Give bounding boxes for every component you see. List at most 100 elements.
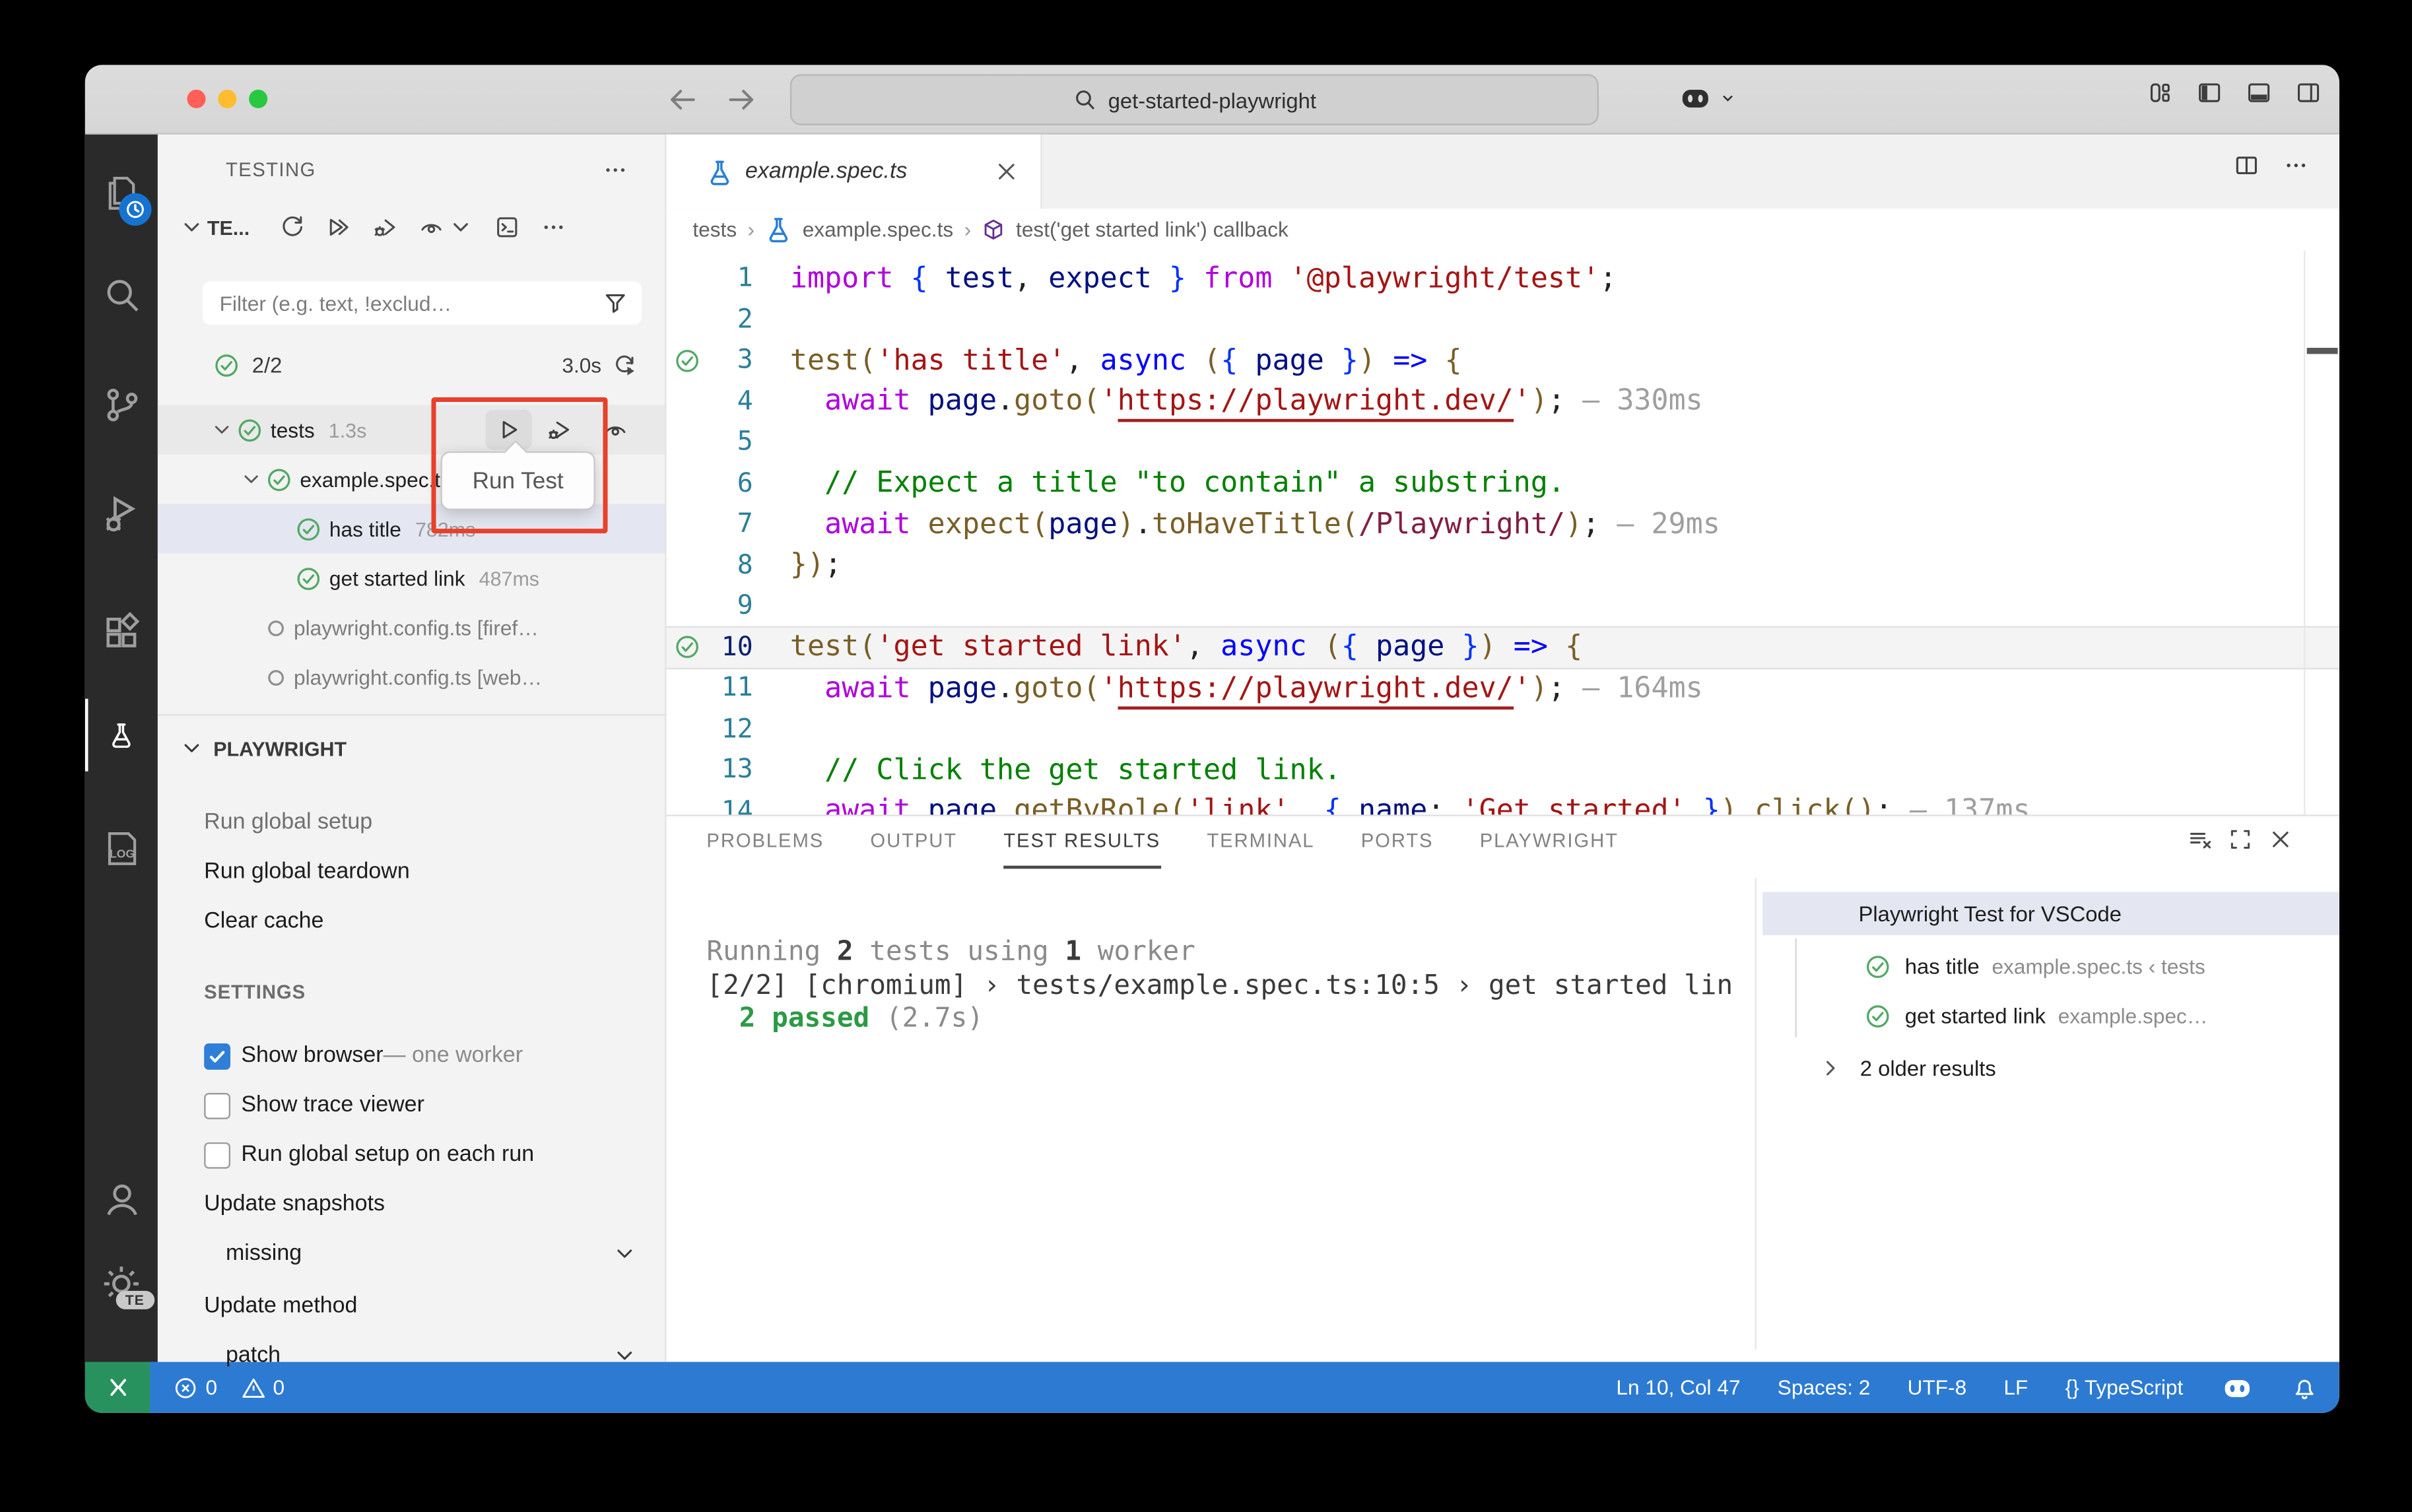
code-editor[interactable]: 1import { test, expect } from '@playwrig… [667,250,2339,814]
line-number: 12 [706,714,753,745]
show-output-icon[interactable] [496,215,520,240]
copilot-icon[interactable] [2221,1370,2255,1404]
results-provider-header[interactable]: Playwright Test for VSCode [1762,892,2339,936]
setting-show-browser[interactable]: Show browser— one worker [204,1035,523,1076]
panel-tab-playwright[interactable]: PLAYWRIGHT [1480,816,1619,869]
checkbox-unchecked[interactable] [204,1092,230,1119]
more-actions-icon[interactable] [542,215,566,240]
test-tree-row-playwright-config-ts-web-[interactable]: playwright.config.ts [web… [158,652,665,702]
chevron-down-icon[interactable] [240,467,263,491]
symbol-icon [982,218,1005,241]
customize-layout-icon[interactable] [2147,81,2172,105]
chevron-down-icon [1720,90,1737,107]
code-line-3: 3test('has title', async ({ page }) => { [667,340,2339,381]
debug-all-tests-icon[interactable] [374,215,398,240]
run-all-tests-icon[interactable] [327,215,351,240]
result-name: get started link [1905,1003,2046,1028]
sidebar-more-actions-icon[interactable] [603,158,627,182]
older-results-row[interactable]: 2 older results [1762,1045,2339,1091]
chevron-down-icon[interactable] [613,1343,637,1367]
activity-item-run-debug[interactable] [85,478,158,550]
test-tree-row-playwright-config-ts-firef-[interactable]: playwright.config.ts [firef… [158,603,665,652]
copilot-menu[interactable] [1677,81,1736,116]
link-playwright-dev[interactable]: https://playwright.dev/ [1118,672,1514,709]
playwright-action-run-global-teardown[interactable]: Run global teardown [204,850,410,894]
chevron-down-icon[interactable] [613,1241,637,1266]
gutter-pass-icon[interactable] [667,634,707,661]
notifications-bell-icon[interactable] [2291,1374,2318,1400]
test-label: example.spec.ts [300,468,450,491]
checkbox-checked[interactable] [204,1043,230,1069]
back-icon[interactable] [667,83,699,115]
warning-count: 0 [273,1376,285,1399]
status-encoding[interactable]: UTF-8 [1908,1376,1967,1399]
activity-item-source-control[interactable] [85,368,158,440]
activity-item-testing[interactable] [85,699,158,772]
breadcrumb-item[interactable]: example.spec.ts [803,218,953,241]
select-update-snapshots[interactable]: missing [226,1233,637,1274]
result-row-get-started-link[interactable]: get started linkexample.spec… [1762,993,2339,1039]
clear-output-icon[interactable] [2188,827,2212,851]
panel-tab-output[interactable]: OUTPUT [870,816,957,869]
chevron-right-icon [1819,1056,1843,1080]
activity-item-explorer[interactable] [85,156,158,229]
line-number: 1 [706,263,753,294]
tab-example-spec[interactable]: example.spec.ts [667,135,1042,209]
toggle-secondary-sidebar-icon[interactable] [2296,81,2320,105]
activity-item-extensions[interactable] [85,595,158,668]
close-traffic-light[interactable] [187,90,205,108]
checkbox-unchecked[interactable] [204,1142,230,1168]
status-indentation[interactable]: Spaces: 2 [1778,1376,1871,1399]
toggle-primary-sidebar-icon[interactable] [2197,81,2221,105]
activity-bar: LOG TE [85,135,158,1362]
split-editor-icon[interactable] [2234,153,2259,178]
link-playwright-dev[interactable]: https://playwright.dev/ [1118,385,1514,422]
remote-indicator[interactable] [85,1362,150,1413]
test-filter [203,281,642,325]
chevron-down-icon[interactable] [180,736,204,760]
activity-item-output-log[interactable]: LOG [85,812,158,884]
minimize-traffic-light[interactable] [218,90,236,108]
setting-run-global-setup-on-each-run[interactable]: Run global setup on each run [204,1134,534,1175]
setting-show-trace-viewer[interactable]: Show trace viewer [204,1085,424,1125]
search-value: get-started-playwright [1108,87,1316,112]
breadcrumb-item[interactable]: tests [692,218,737,241]
breadcrumb-item[interactable]: test('get started link') callback [1016,218,1289,241]
select-update-method[interactable]: patch [226,1336,637,1376]
problems-status[interactable]: 0 0 [173,1375,285,1399]
close-panel-icon[interactable] [2268,827,2293,851]
panel-tab-test-results[interactable]: TEST RESULTS [1003,816,1160,869]
panel-tab-problems[interactable]: PROBLEMS [706,816,824,869]
command-center-search[interactable]: get-started-playwright [790,74,1599,125]
filter-icon[interactable] [603,290,627,315]
gutter-pass-icon[interactable] [667,347,707,374]
activity-item-settings[interactable]: TE [85,1247,158,1320]
maximize-traffic-light[interactable] [249,90,267,108]
activity-item-accounts[interactable] [85,1162,158,1235]
status-cursor-position[interactable]: Ln 10, Col 47 [1616,1376,1740,1399]
status-language-mode[interactable]: {} TypeScript [2065,1376,2184,1399]
test-filter-input[interactable] [203,292,603,315]
editor-more-actions-icon[interactable] [2284,153,2308,178]
close-tab-icon[interactable] [994,159,1019,183]
tab-label: example.spec.ts [745,159,907,183]
activity-item-search[interactable] [85,258,158,331]
rerun-icon[interactable] [613,352,637,377]
playwright-action-run-global-setup[interactable]: Run global setup [204,801,372,844]
chevron-down-icon[interactable] [211,417,234,442]
status-eol[interactable]: LF [2003,1376,2028,1399]
chevron-down-icon[interactable] [180,215,204,240]
test-count: 2/2 [252,352,283,377]
maximize-panel-icon[interactable] [2228,827,2252,851]
panel-tab-ports[interactable]: PORTS [1361,816,1434,869]
result-row-has-title[interactable]: has titleexample.spec.ts ‹ tests [1762,943,2339,989]
panel-tab-terminal[interactable]: TERMINAL [1207,816,1314,869]
toggle-panel-icon[interactable] [2246,81,2271,105]
watch-chevron-icon[interactable] [449,215,473,240]
watch-tests-icon[interactable] [420,215,444,240]
test-tree-row-get-started-link[interactable]: get started link487ms [158,554,665,603]
refresh-tests-icon[interactable] [281,215,305,240]
test-label: playwright.config.ts [web… [294,665,542,688]
playwright-action-clear-cache[interactable]: Clear cache [204,900,323,943]
forward-icon[interactable] [725,83,758,115]
